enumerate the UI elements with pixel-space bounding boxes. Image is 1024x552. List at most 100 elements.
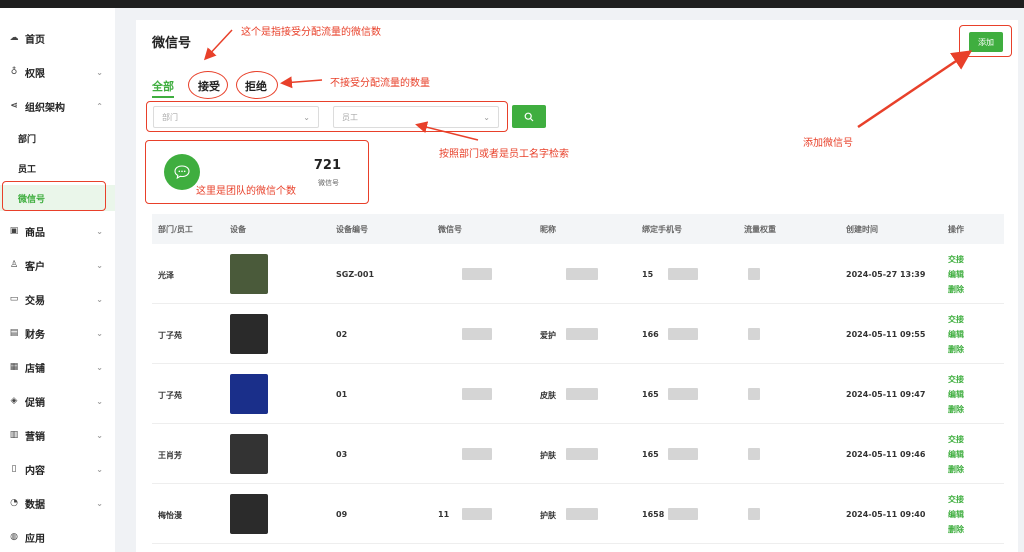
sidebar-item-promotion[interactable]: ◈ 促销 ⌄ (0, 388, 115, 414)
redacted-value (462, 328, 492, 340)
phone-number: 165 (642, 390, 659, 399)
device-thumbnail[interactable] (230, 494, 268, 534)
sidebar-item-label: 客户 (25, 261, 45, 273)
filter-highlight (146, 101, 508, 132)
handover-link[interactable]: 交接 (948, 314, 964, 325)
created-time: 2024-05-11 09:40 (846, 510, 926, 519)
document-icon: ▯ (11, 464, 17, 474)
chevron-down-icon: ⌄ (96, 362, 103, 372)
sidebar-item-permissions[interactable]: ♁ 权限 ⌄ (0, 59, 115, 85)
gift-icon: ▥ (9, 430, 19, 440)
redacted-value (668, 328, 698, 340)
user-icon: ♙ (9, 260, 19, 270)
row-actions: 交接 编辑 删除 (948, 494, 964, 535)
device-thumbnail[interactable] (230, 434, 268, 474)
handover-link[interactable]: 交接 (948, 494, 964, 505)
sidebar-item-label: 数据 (25, 499, 45, 511)
sidebar-item-home[interactable]: ☁ 首页 (0, 25, 115, 51)
sidebar-item-content[interactable]: ▯ 内容 ⌄ (0, 456, 115, 482)
tab-all[interactable]: 全部 (152, 78, 174, 98)
phone-number: 15 (642, 270, 654, 279)
sidebar-item-customers[interactable]: ♙ 客户 ⌄ (0, 252, 115, 278)
annotation-search: 按照部门或者是员工名字检索 (439, 149, 569, 160)
edit-link[interactable]: 编辑 (948, 449, 964, 460)
page-title: 微信号 (152, 36, 192, 51)
redacted-value (748, 328, 760, 340)
device-thumbnail[interactable] (230, 374, 268, 414)
redacted-value (748, 448, 760, 460)
delete-link[interactable]: 删除 (948, 284, 964, 295)
search-icon (524, 112, 534, 121)
table-row: 丁子苑 02 爱护 166 2024-05-11 09:55 交接 编辑 删除 (152, 304, 1004, 364)
handover-link[interactable]: 交接 (948, 434, 964, 445)
handover-link[interactable]: 交接 (948, 254, 964, 265)
redacted-value (566, 268, 598, 280)
annotation-team: 这里是团队的微信个数 (196, 186, 296, 197)
device-number: 09 (336, 510, 348, 519)
redacted-value (668, 388, 698, 400)
sidebar-item-org[interactable]: ⋖ 组织架构 ⌃ (0, 93, 115, 119)
row-actions: 交接 编辑 删除 (948, 434, 964, 475)
redacted-value (566, 388, 598, 400)
handover-link[interactable]: 交接 (948, 374, 964, 385)
main-panel: 微信号 添加 全部 接受 拒绝 部门 ⌄ 员工 ⌄ 721 微信号 部门/员工 设备… (136, 20, 1018, 552)
delete-link[interactable]: 删除 (948, 344, 964, 355)
sidebar-item-trades[interactable]: ▭ 交易 ⌄ (0, 286, 115, 312)
phone-number: 165 (642, 450, 659, 459)
created-time: 2024-05-11 09:47 (846, 390, 926, 399)
sidebar-item-label: 商品 (25, 227, 45, 239)
redacted-value (668, 508, 698, 520)
sidebar-item-label: 财务 (25, 329, 45, 341)
lock-icon: ♁ (10, 67, 18, 77)
chevron-down-icon: ⌄ (96, 498, 103, 508)
box-icon: ▣ (9, 226, 19, 236)
redacted-value (668, 268, 698, 280)
delete-link[interactable]: 删除 (948, 464, 964, 475)
redacted-value (462, 508, 492, 520)
reject-highlight (236, 71, 278, 99)
column-header: 创建时间 (846, 225, 878, 234)
sidebar-item-employee[interactable]: 员工 (0, 155, 115, 181)
sidebar-item-label: 部门 (18, 134, 37, 145)
sidebar-item-finance[interactable]: ▤ 财务 ⌄ (0, 320, 115, 346)
sidebar-item-data[interactable]: ◔ 数据 ⌄ (0, 490, 115, 516)
sidebar-item-store[interactable]: ▦ 店铺 ⌄ (0, 354, 115, 380)
device-number: 01 (336, 390, 348, 399)
top-bar (0, 0, 1024, 8)
delete-link[interactable]: 删除 (948, 524, 964, 535)
sidebar-item-products[interactable]: ▣ 商品 ⌄ (0, 218, 115, 244)
phone-number: 166 (642, 330, 659, 339)
nickname: 护肤 (540, 451, 556, 460)
employee-name: 丁子苑 (158, 331, 182, 340)
search-button[interactable] (512, 105, 546, 128)
table-row: 丁子苑 01 皮肤 165 2024-05-11 09:47 交接 编辑 删除 (152, 364, 1004, 424)
edit-link[interactable]: 编辑 (948, 269, 964, 280)
edit-link[interactable]: 编辑 (948, 389, 964, 400)
app-icon: ◍ (10, 532, 18, 542)
column-header: 昵称 (540, 225, 556, 234)
created-time: 2024-05-11 09:55 (846, 330, 926, 339)
redacted-value (462, 388, 492, 400)
sidebar-item-label: 权限 (25, 68, 45, 80)
chevron-down-icon: ⌄ (96, 226, 103, 236)
edit-link[interactable]: 编辑 (948, 329, 964, 340)
sidebar-highlight (2, 181, 106, 211)
device-thumbnail[interactable] (230, 314, 268, 354)
device-thumbnail[interactable] (230, 254, 268, 294)
edit-link[interactable]: 编辑 (948, 509, 964, 520)
sidebar-item-department[interactable]: 部门 (0, 125, 115, 151)
employee-name: 丁子苑 (158, 391, 182, 400)
sidebar-item-apps[interactable]: ◍ 应用 (0, 524, 115, 550)
table-header: 部门/员工 设备 设备编号 微信号 昵称 绑定手机号 流量权重 创建时间 操作 (152, 214, 1004, 244)
delete-link[interactable]: 删除 (948, 404, 964, 415)
created-time: 2024-05-27 13:39 (846, 270, 926, 279)
device-number: SGZ-001 (336, 270, 375, 279)
column-header: 设备 (230, 225, 246, 234)
sidebar-item-marketing[interactable]: ▥ 营销 ⌄ (0, 422, 115, 448)
redacted-value (462, 268, 492, 280)
column-header: 微信号 (438, 225, 462, 234)
table-row: 王肖芳 03 护肤 165 2024-05-11 09:46 交接 编辑 删除 (152, 424, 1004, 484)
redacted-value (462, 448, 492, 460)
wechat-id: 11 (438, 510, 450, 519)
annotation-reject: 不接受分配流量的数量 (330, 78, 430, 89)
